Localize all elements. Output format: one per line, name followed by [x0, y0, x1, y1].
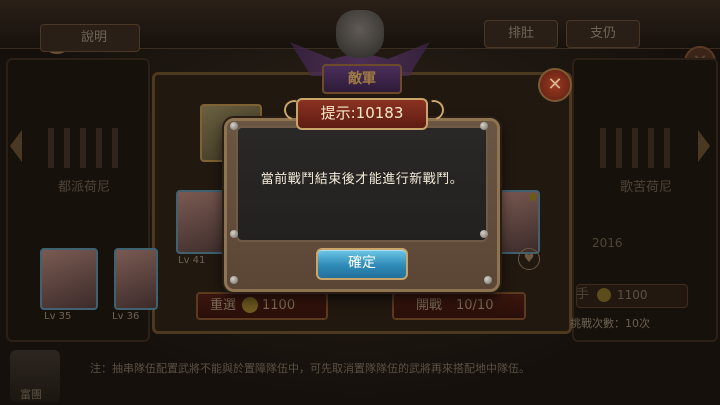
- top-tab-2[interactable]: 支仍: [566, 20, 640, 48]
- right-caption: 歌苦荷尼: [620, 180, 673, 195]
- top-tab-1[interactable]: 排肚: [484, 20, 558, 48]
- fence-decoration-left: [48, 128, 128, 168]
- coin-icon: [242, 297, 258, 313]
- arrow-left-icon[interactable]: [10, 130, 22, 162]
- skull-helmet-icon: [336, 10, 384, 58]
- rivet-icon: [230, 230, 238, 238]
- battle-count: 10/10: [456, 298, 494, 313]
- right-cost-value: 1100: [617, 288, 648, 302]
- note-text: 注：抽串隊伍配置武將不能與於置障隊伍中，可先取消置隊隊伍的武將再來搭配地中隊伍。: [90, 362, 530, 375]
- help-button[interactable]: 說明: [40, 24, 140, 52]
- rivet-icon: [484, 276, 492, 284]
- left-caption: 都派荷尼: [58, 180, 111, 195]
- rivet-icon: [230, 122, 238, 130]
- reselect-label: 重選: [210, 298, 237, 313]
- help-label: 說明: [81, 30, 108, 45]
- right-hand-label: 手: [576, 287, 590, 302]
- power-value: 2016: [592, 236, 623, 250]
- fence-decoration-right: [600, 128, 680, 168]
- hero-level-bottom-2: Lv 36: [112, 311, 140, 322]
- hero-portrait-bottom-1[interactable]: [40, 248, 98, 310]
- heart-icon[interactable]: ♥: [518, 248, 540, 270]
- reselect-cost: 1100: [262, 298, 296, 313]
- hero-level-bottom-1: Lv 35: [44, 311, 72, 322]
- star-icon: ★: [526, 187, 541, 206]
- reselect-button[interactable]: 重選 1100: [196, 292, 328, 320]
- coin-icon: [597, 288, 611, 302]
- challenge-count: 挑戰次數：10次: [570, 317, 650, 330]
- right-cost-box: 1100: [576, 284, 688, 308]
- hero-portrait-bottom-2[interactable]: [114, 248, 158, 310]
- battle-label: 開戰: [416, 298, 443, 313]
- arrow-right-icon[interactable]: [698, 130, 710, 162]
- rivet-icon: [230, 276, 238, 284]
- rivet-icon: [480, 122, 488, 130]
- bottom-character-label: 富團: [20, 388, 42, 401]
- confirm-button[interactable]: 確定: [316, 248, 408, 280]
- hero-level-left: Lv 41: [178, 255, 206, 266]
- close-icon[interactable]: ✕: [538, 68, 572, 102]
- battle-button[interactable]: 開戰 10/10: [392, 292, 526, 320]
- enemy-title: 敵軍: [322, 64, 402, 94]
- prompt-message: 當前戰鬥結束後才能進行新戰鬥。: [260, 172, 464, 187]
- prompt-title: 提示:10183: [296, 98, 428, 130]
- rivet-icon: [480, 230, 488, 238]
